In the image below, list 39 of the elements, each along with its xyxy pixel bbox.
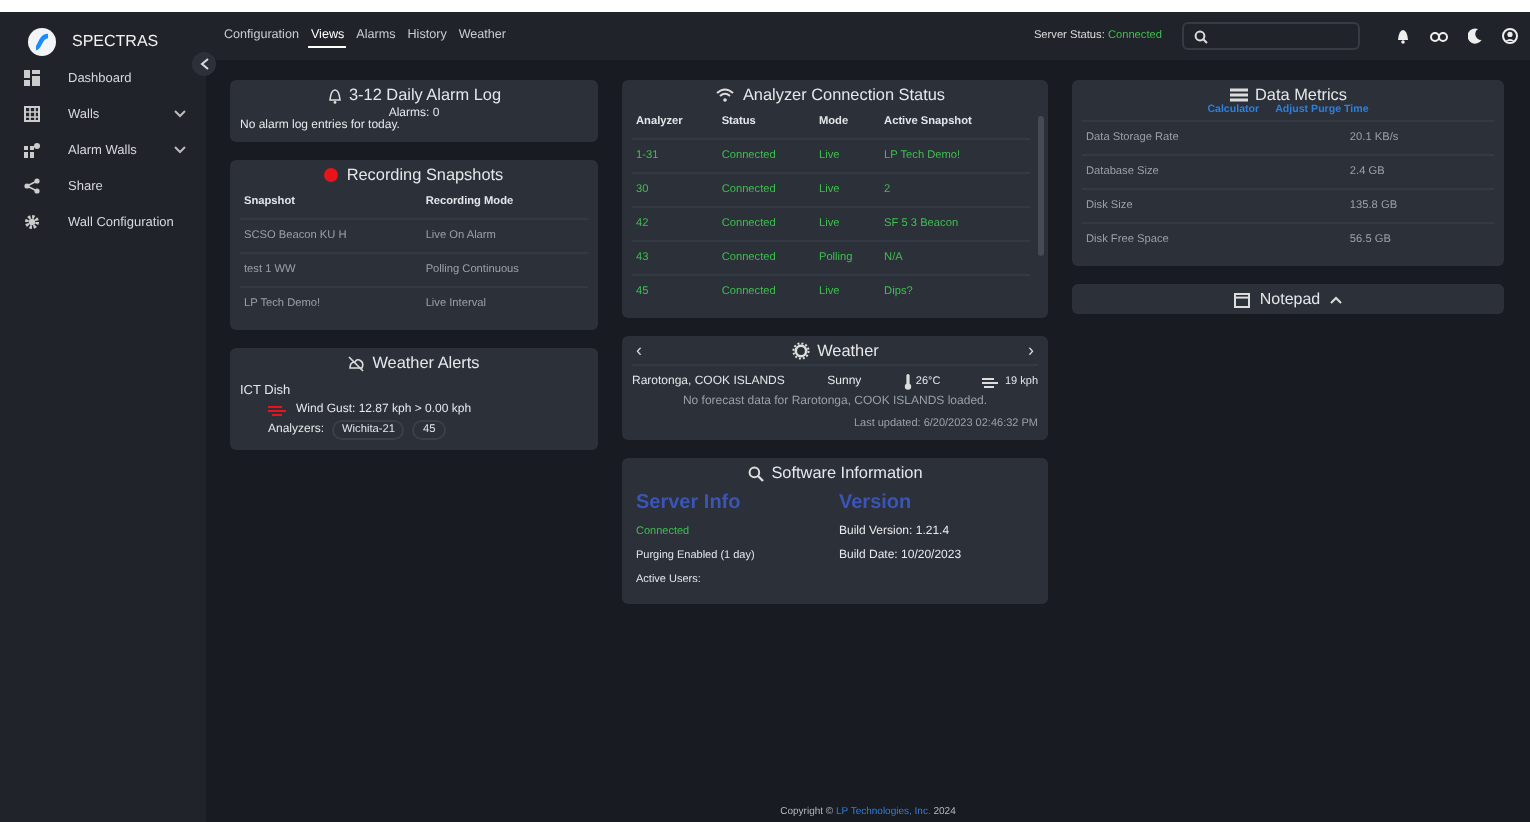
logo-icon xyxy=(28,27,56,55)
caret-icon xyxy=(199,58,209,70)
grid-icon xyxy=(24,106,40,122)
next-button[interactable]: › xyxy=(1023,342,1038,360)
card-title: Weather xyxy=(817,342,879,360)
card-title: Recording Snapshots xyxy=(346,166,504,184)
wind-icon xyxy=(982,376,1001,388)
card-title: 3-12 Daily Alarm Log xyxy=(349,86,501,104)
weather-alert-icon xyxy=(348,355,365,371)
record-icon xyxy=(324,168,339,182)
collapse-button[interactable] xyxy=(192,52,216,76)
previous-button[interactable]: ‹ xyxy=(632,342,646,360)
link-icon[interactable] xyxy=(1430,31,1448,41)
dashboard-icon xyxy=(24,70,40,86)
brand-name: SPECTRAS xyxy=(72,32,159,50)
thermometer-icon xyxy=(903,374,912,390)
search-field[interactable] xyxy=(1182,22,1360,50)
search-icon xyxy=(1194,29,1208,43)
chevron-icon xyxy=(1330,295,1343,303)
notepad-panel[interactable]: Notepad xyxy=(1072,284,1504,314)
share-icon xyxy=(24,178,40,194)
bell-icon[interactable] xyxy=(1396,28,1410,44)
card-title: Notepad xyxy=(1259,290,1321,308)
card-title: Data Metrics xyxy=(1255,86,1347,104)
wifi-icon xyxy=(716,88,735,102)
card-title: Software Information xyxy=(771,464,923,482)
section-heading: Version xyxy=(839,492,914,514)
calendar-icon xyxy=(1233,291,1250,307)
card-title: Analyzer Connection Status xyxy=(742,86,946,104)
moon-icon[interactable] xyxy=(1468,28,1482,44)
list-icon xyxy=(1229,88,1248,102)
section-heading: Server Info xyxy=(636,492,743,514)
grid-icon xyxy=(24,142,40,158)
wind-icon xyxy=(268,404,288,416)
gear-icon xyxy=(24,214,40,230)
sun-icon xyxy=(791,342,810,360)
user-icon[interactable] xyxy=(1502,28,1518,44)
card-title: Weather Alerts xyxy=(372,354,480,372)
bell-icon xyxy=(327,87,341,103)
